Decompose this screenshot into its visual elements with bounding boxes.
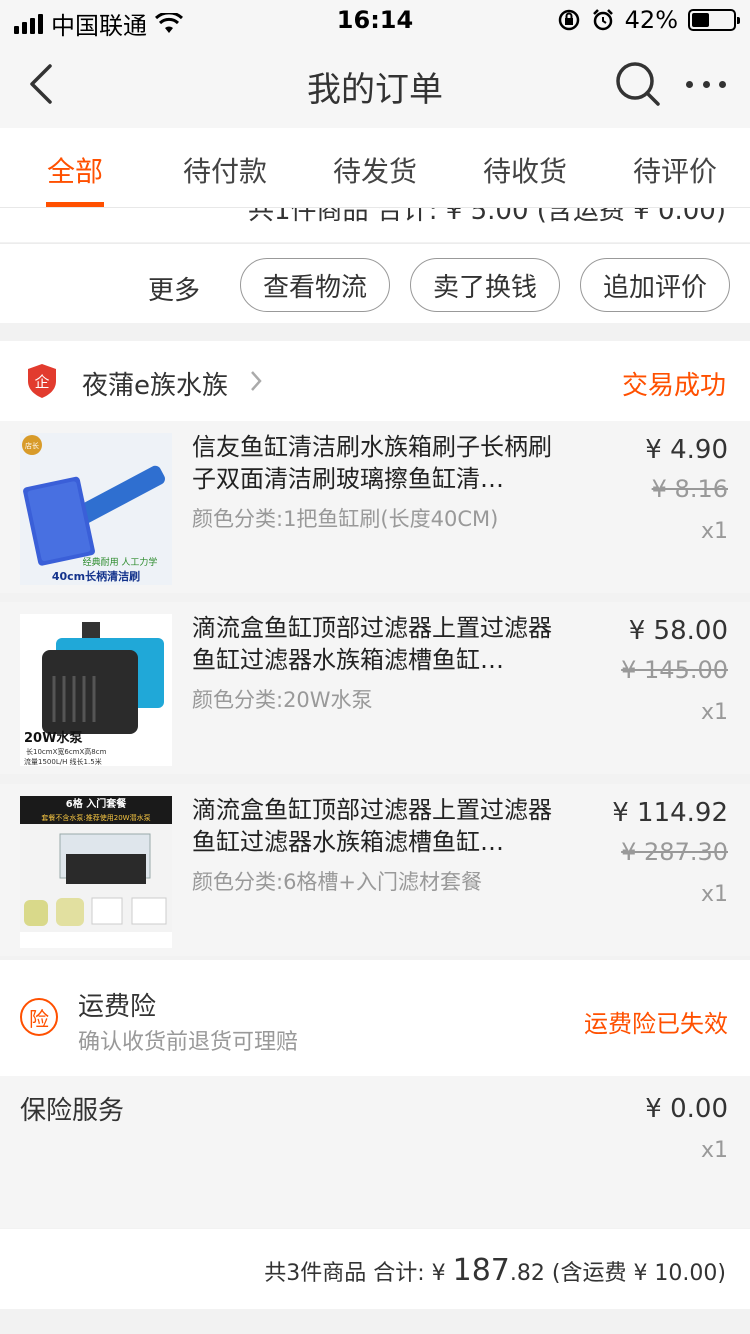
navigation-bar: 我的订单 xyxy=(0,40,750,128)
insurance-description: 确认收货前退货可理赔 xyxy=(78,1030,299,1055)
shop-name[interactable]: 夜蒲e族水族 xyxy=(82,365,228,402)
image-caption: 套餐不含水泵:推荐使用20W潜水泵 xyxy=(41,813,150,822)
tab-pending-review[interactable]: 待评价 xyxy=(600,128,750,207)
image-caption: 流量1500L/H 线长1.5米 xyxy=(24,757,102,766)
service-label: 保险服务 xyxy=(20,1096,125,1126)
previous-order-total: 共1件商品 合计: ¥ 5.00 (含运费 ¥ 0.00) xyxy=(0,208,750,242)
service-price: ¥ 0.00 xyxy=(645,1094,728,1124)
image-caption: 经典耐用 人工力学 xyxy=(83,556,158,568)
previous-order-actions: 更多 查看物流 卖了换钱 追加评价 xyxy=(0,243,750,323)
item-price: ¥ 58.00 xyxy=(628,616,728,646)
order-item[interactable]: 20W水泵 长10cmX宽6cmX高8cm 流量1500L/H 线长1.5米 滴… xyxy=(0,602,750,774)
item-sku: 颜色分类:20W水泵 xyxy=(192,688,373,712)
item-original-price: ¥ 8.16 xyxy=(651,475,728,503)
item-title[interactable]: 滴流盒鱼缸顶部过滤器上置过滤器鱼缸过滤器水族箱滤槽鱼缸… xyxy=(192,794,572,858)
view-logistics-button[interactable]: 查看物流 xyxy=(240,258,390,312)
more-link[interactable]: 更多 xyxy=(148,270,200,307)
order-tabs: 全部 待付款 待发货 待收货 待评价 xyxy=(0,128,750,208)
insurance-title: 运费险 xyxy=(78,992,157,1022)
add-review-button[interactable]: 追加评价 xyxy=(580,258,730,312)
tab-all[interactable]: 全部 xyxy=(0,128,150,207)
more-icon[interactable] xyxy=(686,74,726,94)
item-original-price: ¥ 287.30 xyxy=(621,838,728,866)
item-quantity: x1 xyxy=(700,882,728,907)
order-total: 共3件商品 合计: ¥ 187.82 (含运费 ¥ 10.00) xyxy=(0,1229,750,1309)
insurance-status: 运费险已失效 xyxy=(584,1010,728,1038)
item-title[interactable]: 滴流盒鱼缸顶部过滤器上置过滤器鱼缸过滤器水族箱滤槽鱼缸… xyxy=(192,612,572,676)
item-quantity: x1 xyxy=(700,519,728,544)
svg-text:店长: 店长 xyxy=(25,441,39,450)
tab-pending-receipt[interactable]: 待收货 xyxy=(450,128,600,207)
image-caption: 长10cmX宽6cmX高8cm xyxy=(26,747,107,756)
service-quantity: x1 xyxy=(700,1138,728,1163)
svg-text:企: 企 xyxy=(34,373,49,391)
shop-header[interactable]: 企 夜蒲e族水族 交易成功 xyxy=(0,341,750,421)
resell-button[interactable]: 卖了换钱 xyxy=(410,258,560,312)
item-price: ¥ 4.90 xyxy=(645,435,728,465)
status-bar: 中国联通 16:14 42% xyxy=(0,0,750,40)
product-image-brush[interactable]: 店长 经典耐用 人工力学 40cm长柄清洁刷 xyxy=(20,433,172,585)
item-price: ¥ 114.92 xyxy=(612,798,728,828)
chevron-right-icon xyxy=(251,371,262,391)
order-status: 交易成功 xyxy=(621,371,726,401)
image-caption: 40cm长柄清洁刷 xyxy=(52,569,140,583)
freight-insurance[interactable]: 险 运费险 确认收货前退货可理赔 运费险已失效 xyxy=(0,960,750,1076)
tab-pending-payment[interactable]: 待付款 xyxy=(150,128,300,207)
item-quantity: x1 xyxy=(700,700,728,725)
image-caption: 20W水泵 xyxy=(24,730,82,746)
item-original-price: ¥ 145.00 xyxy=(621,656,728,684)
order-item[interactable]: 6格 入门套餐 套餐不含水泵:推荐使用20W潜水泵 滴流盒鱼缸顶部过滤器上置过滤… xyxy=(0,784,750,956)
alarm-icon xyxy=(592,9,613,31)
insurance-icon: 险 xyxy=(20,998,58,1036)
battery-icon xyxy=(688,9,740,31)
order-item[interactable]: 店长 经典耐用 人工力学 40cm长柄清洁刷 信友鱼缸清洁刷水族箱刷子长柄刷子双… xyxy=(0,421,750,593)
search-icon[interactable] xyxy=(614,60,662,108)
battery-percent: 42% xyxy=(624,6,678,34)
product-image-pump[interactable]: 20W水泵 长10cmX宽6cmX高8cm 流量1500L/H 线长1.5米 xyxy=(20,614,172,766)
insurance-service: 保险服务 ¥ 0.00 x1 xyxy=(0,1076,750,1228)
item-sku: 颜色分类:6格槽+入门滤材套餐 xyxy=(192,870,483,894)
enterprise-shop-icon: 企 xyxy=(28,364,56,398)
item-title[interactable]: 信友鱼缸清洁刷水族箱刷子长柄刷子双面清洁刷玻璃擦鱼缸清… xyxy=(192,431,572,495)
product-image-filter-kit[interactable]: 6格 入门套餐 套餐不含水泵:推荐使用20W潜水泵 xyxy=(20,796,172,948)
rotation-lock-icon xyxy=(558,9,579,31)
order-total-line: 共3件商品 合计: ¥ 187.82 (含运费 ¥ 10.00) xyxy=(264,1253,726,1288)
image-caption: 6格 入门套餐 xyxy=(66,797,127,810)
tab-pending-shipment[interactable]: 待发货 xyxy=(300,128,450,207)
item-sku: 颜色分类:1把鱼缸刷(长度40CM) xyxy=(192,507,499,531)
